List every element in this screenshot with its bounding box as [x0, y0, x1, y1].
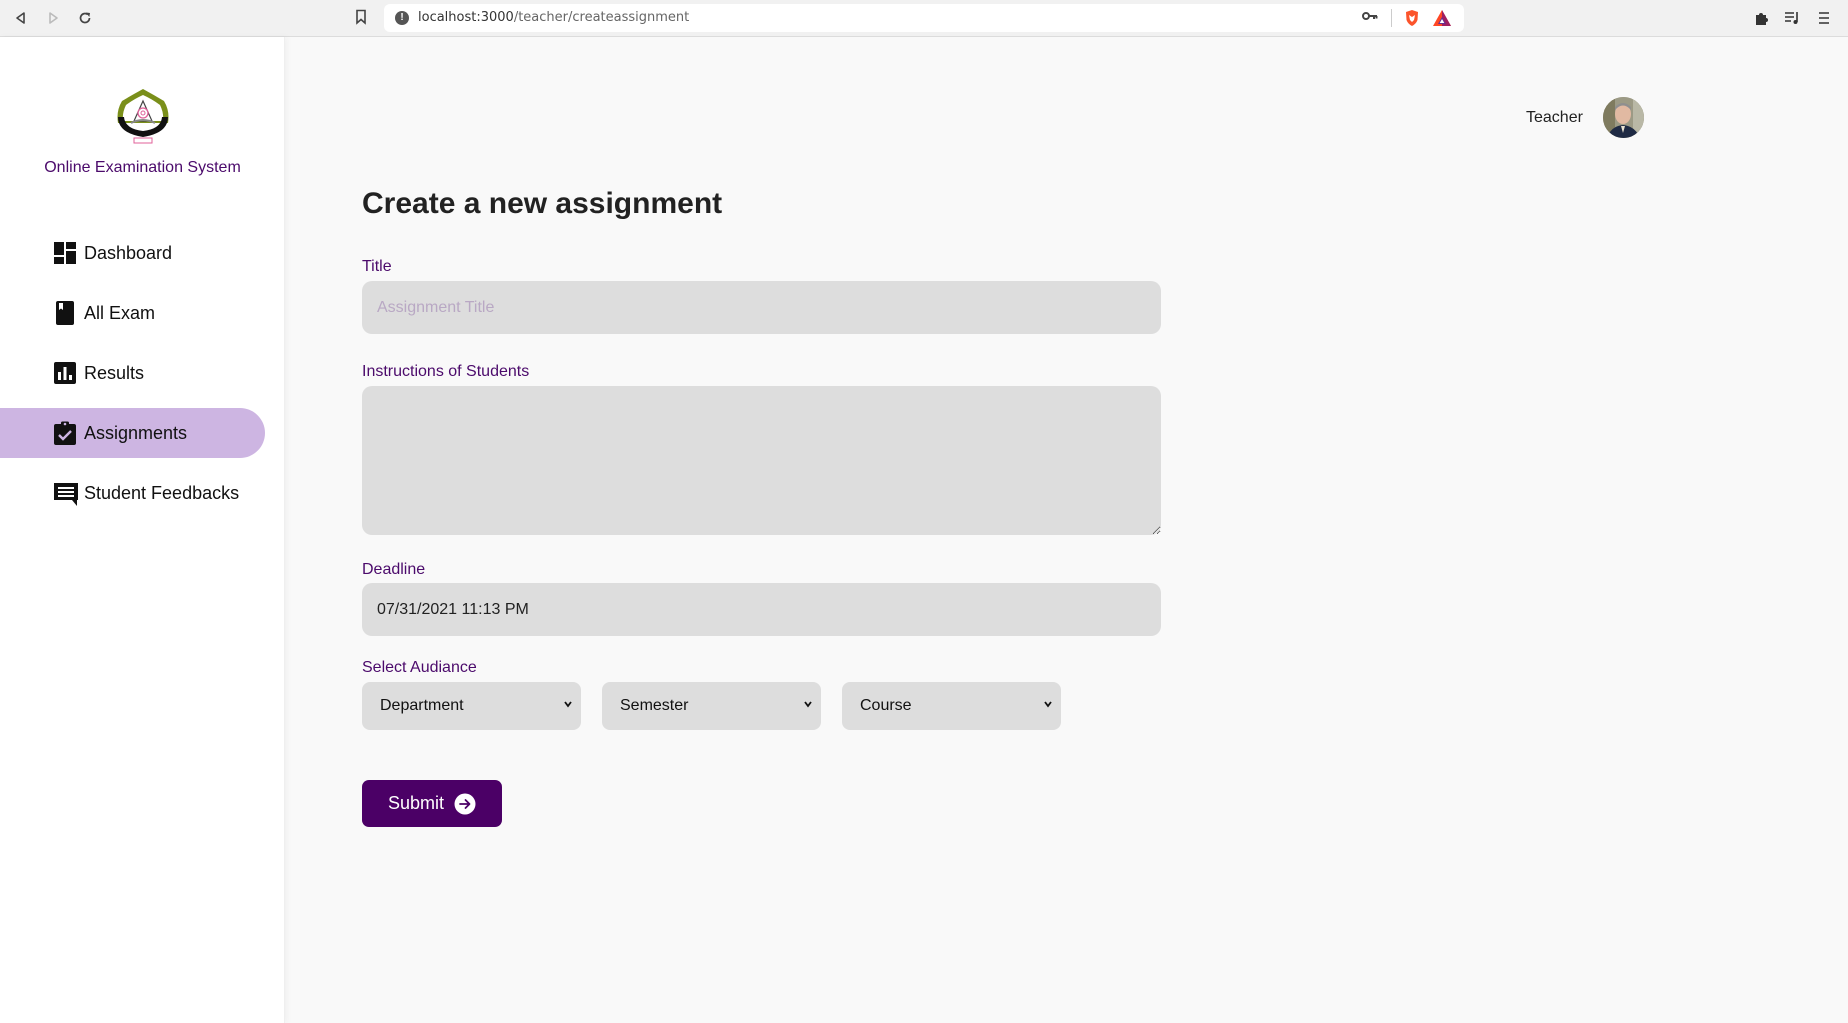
- site-info-icon[interactable]: !: [395, 11, 409, 25]
- sidebar-item-results[interactable]: Results: [0, 348, 265, 398]
- address-bar[interactable]: ! localhost:3000/teacher/createassignmen…: [384, 4, 1464, 32]
- submit-button[interactable]: Submit: [362, 780, 502, 827]
- course-select[interactable]: Course: [842, 682, 1061, 730]
- chevron-down-icon: [804, 701, 812, 708]
- department-select[interactable]: Department: [362, 682, 581, 730]
- key-icon[interactable]: [1362, 10, 1378, 25]
- sidebar-item-label: Results: [84, 363, 145, 383]
- brave-shield-icon[interactable]: [1404, 9, 1420, 27]
- sidebar-item-label: Student Feedbacks: [84, 483, 240, 503]
- feedback-icon: [53, 481, 78, 506]
- arrow-right-circle-icon: [454, 793, 476, 814]
- clipboard-check-icon: [53, 421, 77, 445]
- sidebar-item-student-feedbacks[interactable]: Student Feedbacks: [0, 468, 265, 518]
- avatar[interactable]: [1603, 97, 1644, 138]
- course-select-value: Course: [860, 697, 912, 714]
- audience-label: Select Audiance: [362, 659, 477, 676]
- extensions-icon[interactable]: [1752, 9, 1770, 27]
- url-path: /teacher/createassignment: [513, 10, 690, 25]
- sidebar-item-label: Assignments: [84, 423, 188, 443]
- sidebar-item-label: All Exam: [84, 303, 156, 323]
- title-input[interactable]: [362, 281, 1161, 334]
- dashboard-icon: [53, 241, 77, 265]
- submit-button-label: Submit: [387, 793, 445, 813]
- bookmark-icon[interactable]: [355, 9, 367, 30]
- chevron-down-icon: [564, 701, 572, 708]
- sidebar-item-all-exam[interactable]: All Exam: [0, 288, 265, 338]
- reload-icon[interactable]: [75, 8, 95, 28]
- browser-toolbar: ! localhost:3000/teacher/createassignmen…: [0, 0, 1848, 37]
- book-icon: [53, 301, 77, 325]
- chevron-down-icon: [1044, 701, 1052, 708]
- instructions-textarea[interactable]: [362, 386, 1161, 535]
- app-brand-title: Online Examination System: [44, 159, 241, 176]
- url-host: localhost:3000: [418, 10, 514, 25]
- sidebar-item-dashboard[interactable]: Dashboard: [0, 228, 265, 278]
- page-title: Create a new assignment: [362, 187, 723, 220]
- bar-chart-icon: [53, 361, 77, 385]
- instructions-label: Instructions of Students: [362, 363, 530, 380]
- back-icon[interactable]: [11, 8, 31, 28]
- deadline-label: Deadline: [362, 561, 426, 578]
- forward-icon[interactable]: [43, 8, 63, 28]
- title-label: Title: [362, 258, 392, 275]
- department-select-value: Department: [380, 697, 464, 714]
- url-text[interactable]: localhost:3000/teacher/createassignment: [418, 10, 689, 25]
- bat-rewards-icon[interactable]: [1432, 9, 1452, 27]
- media-playlist-icon[interactable]: [1783, 9, 1801, 27]
- deadline-input[interactable]: [362, 583, 1161, 636]
- sidebar-item-assignments[interactable]: Assignments: [0, 408, 265, 458]
- toolbar-divider: [1391, 9, 1392, 27]
- semester-select-value: Semester: [620, 697, 689, 714]
- university-logo: [114, 87, 172, 145]
- menu-icon[interactable]: [1815, 9, 1833, 27]
- user-role-label: Teacher: [1526, 109, 1583, 126]
- semester-select[interactable]: Semester: [602, 682, 821, 730]
- sidebar-item-label: Dashboard: [84, 243, 173, 263]
- sidebar: Online Examination System Dashboard All …: [0, 37, 285, 1023]
